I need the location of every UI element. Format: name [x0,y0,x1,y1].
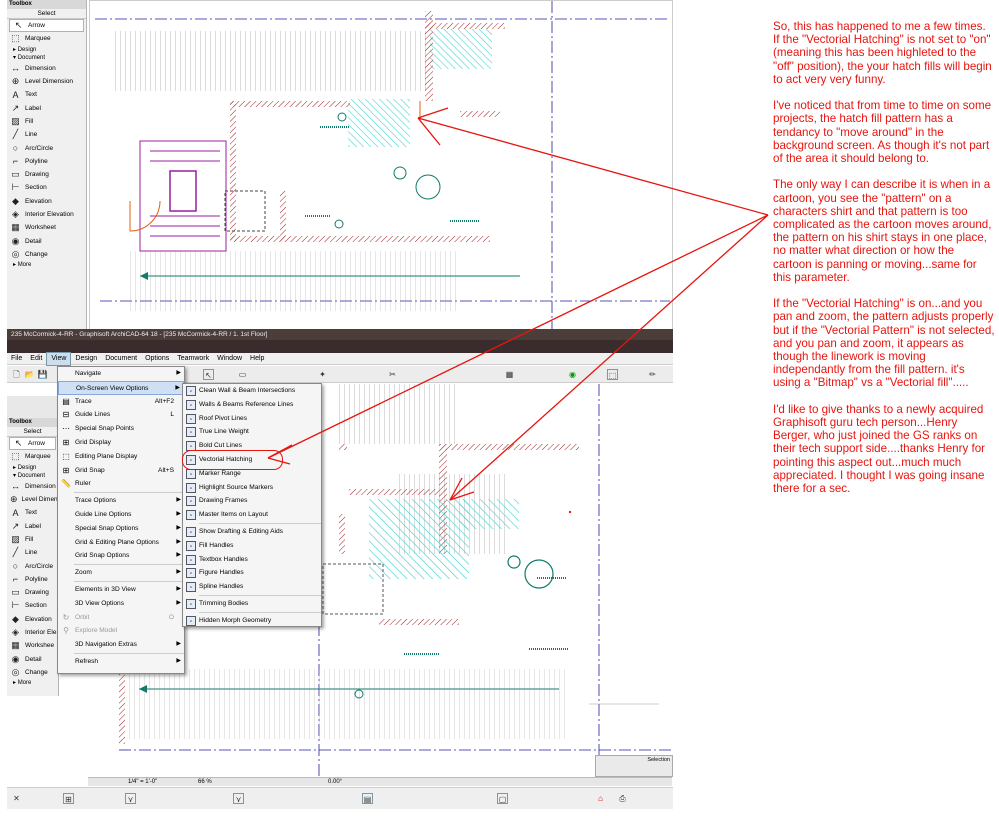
note-paragraph: If the "Vectorial Hatching" is on...and … [773,297,995,390]
note-paragraph: So, this has happened to me a few times.… [773,20,992,86]
note-paragraph: I've noticed that from time to time on s… [773,99,992,166]
annotation-text: So, this has happened to me a few times.… [773,20,995,508]
note-paragraph: The only way I can describe it is when i… [773,178,992,284]
red-dot [569,511,571,513]
note-paragraph: I'd like to give thanks to a newly acqui… [773,402,986,496]
